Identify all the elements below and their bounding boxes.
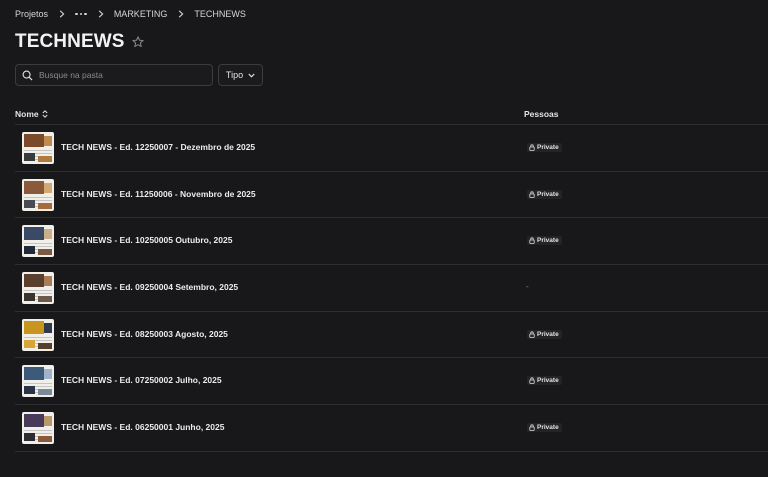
private-badge-label: Private — [537, 237, 559, 245]
file-name[interactable]: TECH NEWS - Ed. 06250001 Junho, 2025 — [61, 422, 224, 432]
search-input[interactable] — [39, 70, 209, 80]
page-title: TECHNEWS — [15, 31, 125, 52]
private-badge: Private — [527, 376, 562, 386]
lock-icon — [529, 237, 535, 245]
table-row[interactable]: TECH NEWS - Ed. 12250007 - Dezembro de 2… — [15, 125, 768, 172]
table-row[interactable]: TECH NEWS - Ed. 06250001 Junho, 2025 Pri… — [15, 405, 768, 452]
chevron-right-icon — [177, 9, 185, 19]
search-icon — [22, 70, 33, 81]
folder-page: Projetos MARKETING TECHNEWS TECHNEWS Tip… — [0, 0, 768, 477]
private-badge-label: Private — [537, 377, 559, 385]
table-row[interactable]: TECH NEWS - Ed. 09250004 Setembro, 2025 … — [15, 265, 768, 312]
table-row[interactable]: TECH NEWS - Ed. 08250003 Agosto, 2025 Pr… — [15, 312, 768, 359]
column-header-name-label: Nome — [15, 109, 39, 119]
file-list: TECH NEWS - Ed. 12250007 - Dezembro de 2… — [15, 125, 768, 452]
table-row[interactable]: TECH NEWS - Ed. 07250002 Julho, 2025 Pri… — [15, 358, 768, 406]
table-row[interactable]: TECH NEWS - Ed. 11250006 - Novembro de 2… — [15, 172, 768, 219]
chevron-down-icon — [248, 73, 255, 78]
breadcrumb-marketing[interactable]: MARKETING — [114, 9, 168, 19]
chevron-right-icon — [97, 9, 105, 19]
type-filter-label: Tipo — [225, 70, 244, 80]
private-badge-label: Private — [537, 144, 559, 151]
file-thumbnail — [22, 272, 54, 305]
file-name[interactable]: TECH NEWS - Ed. 10250005 Outubro, 2025 — [61, 235, 232, 245]
private-badge: Private — [527, 329, 562, 339]
file-thumbnail — [22, 365, 54, 398]
table-header: Nome Pessoas — [15, 109, 768, 121]
file-name[interactable]: TECH NEWS - Ed. 11250006 - Novembro de 2… — [61, 189, 256, 199]
file-name[interactable]: TECH NEWS - Ed. 08250003 Agosto, 2025 — [61, 329, 228, 339]
lock-icon — [529, 424, 535, 431]
lock-icon — [529, 331, 535, 338]
private-badge: Private — [527, 189, 562, 199]
private-badge-label: Private — [537, 424, 559, 432]
more-horizontal-icon[interactable] — [75, 9, 87, 19]
private-badge: Private — [527, 236, 562, 246]
type-filter-button[interactable]: Tipo — [218, 64, 263, 86]
star-outline-icon[interactable] — [131, 35, 145, 49]
search-box[interactable] — [15, 64, 213, 86]
file-name[interactable]: TECH NEWS - Ed. 07250002 Julho, 2025 — [61, 375, 222, 385]
file-thumbnail — [22, 132, 54, 164]
breadcrumb-projetos[interactable]: Projetos — [15, 9, 48, 19]
breadcrumb: Projetos MARKETING TECHNEWS — [15, 8, 246, 20]
column-header-people[interactable]: Pessoas — [524, 109, 559, 119]
sort-icon — [42, 110, 48, 118]
lock-icon — [529, 377, 535, 385]
column-header-name[interactable]: Nome — [15, 109, 48, 119]
private-badge-label: Private — [537, 190, 559, 198]
file-thumbnail — [22, 412, 54, 445]
lock-icon — [529, 144, 535, 151]
private-badge: Private — [527, 423, 562, 433]
lock-icon — [529, 191, 535, 198]
private-badge: Private — [527, 143, 562, 152]
title-row: TECHNEWS — [15, 31, 145, 53]
breadcrumb-technews[interactable]: TECHNEWS — [194, 9, 246, 19]
people-empty: - — [526, 282, 529, 292]
file-thumbnail — [22, 318, 54, 351]
private-badge-label: Private — [537, 330, 559, 338]
file-thumbnail — [22, 225, 54, 258]
file-thumbnail — [22, 178, 54, 211]
table-row[interactable]: TECH NEWS - Ed. 10250005 Outubro, 2025 P… — [15, 218, 768, 266]
file-name[interactable]: TECH NEWS - Ed. 12250007 - Dezembro de 2… — [61, 142, 255, 152]
chevron-right-icon — [58, 9, 66, 19]
file-name[interactable]: TECH NEWS - Ed. 09250004 Setembro, 2025 — [61, 282, 238, 292]
